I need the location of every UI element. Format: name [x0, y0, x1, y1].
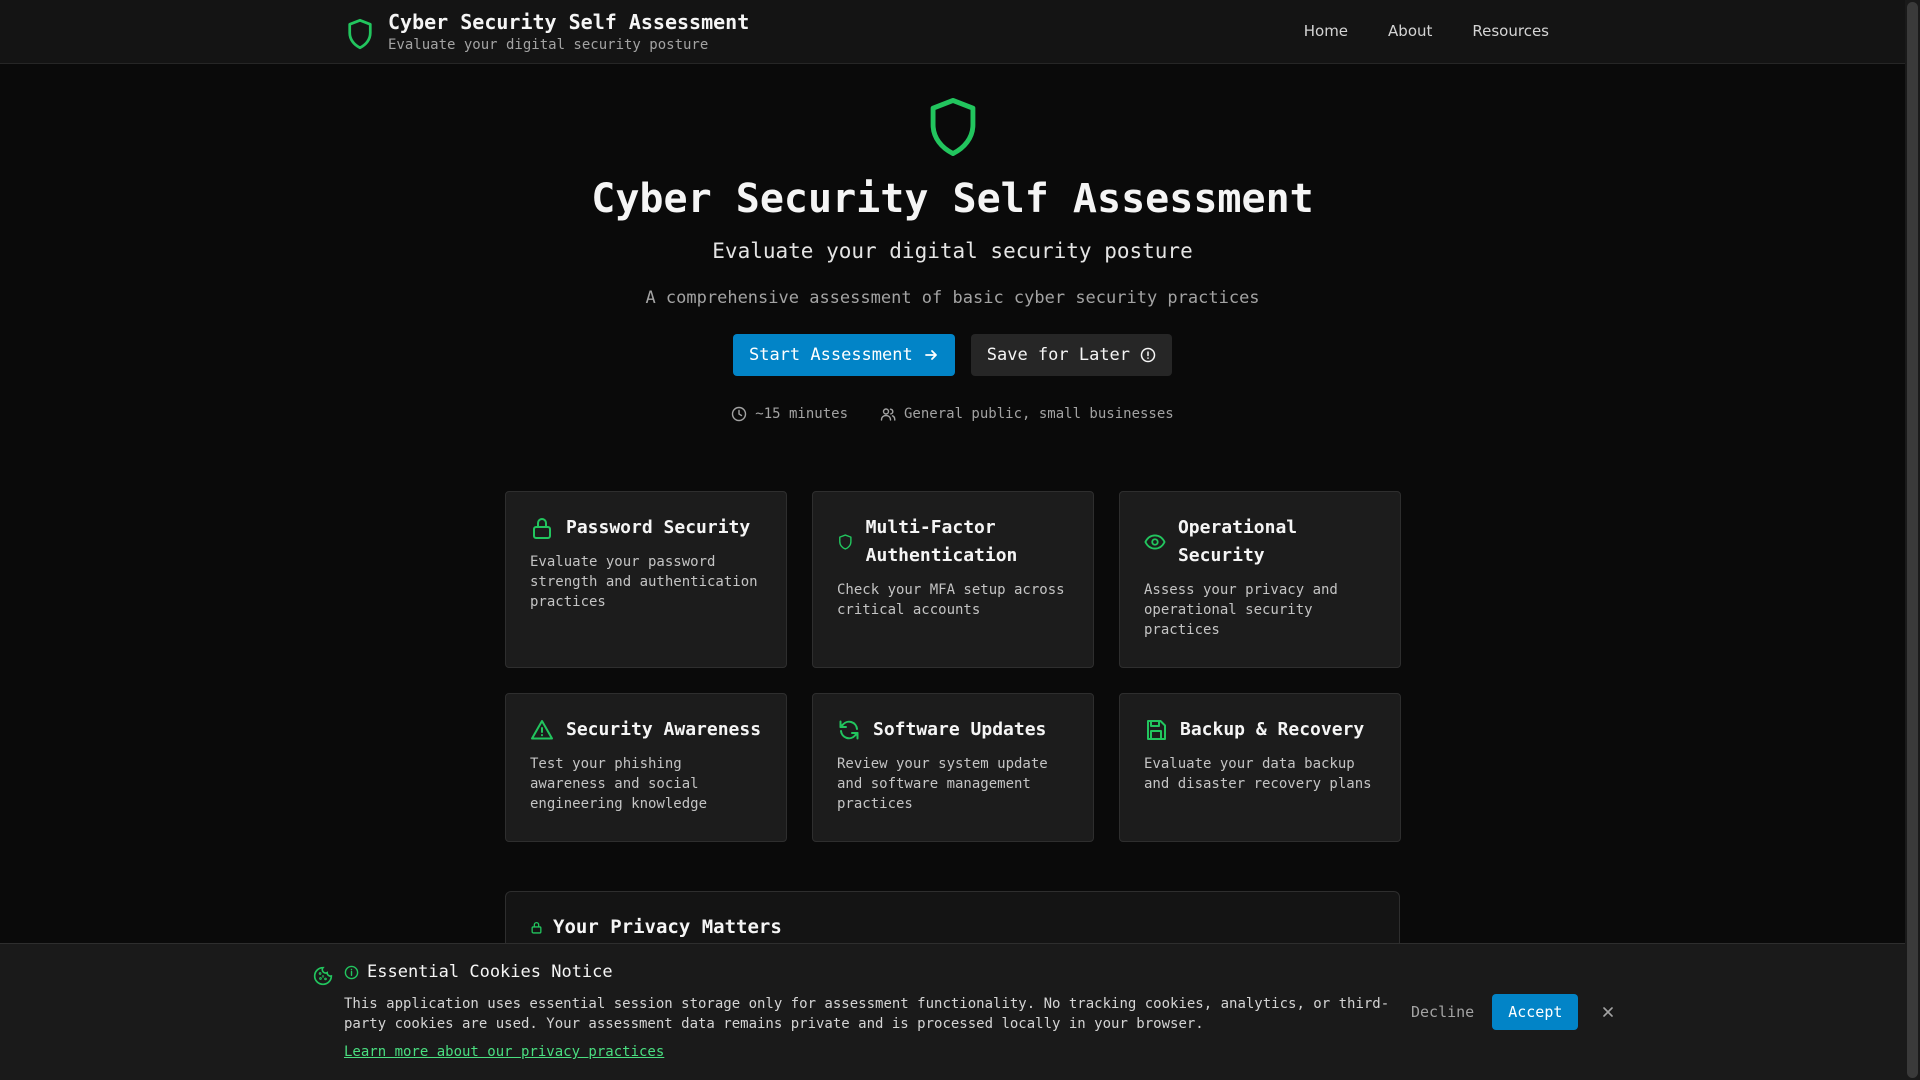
cookie-body: Essential Cookies Notice This applicatio… [344, 962, 1394, 1060]
assessment-categories: Password Security Evaluate your password… [505, 491, 1401, 842]
card-title: Multi-Factor Authentication [865, 517, 1018, 566]
start-assessment-label: Start Assessment [748, 345, 913, 365]
category-card[interactable]: Password Security Evaluate your password… [505, 491, 787, 668]
cookie-icon [313, 966, 333, 986]
privacy-title: Your Privacy Matters [553, 916, 782, 938]
category-card[interactable]: Software Updates Review your system upda… [812, 693, 1094, 842]
shield-icon [930, 97, 975, 157]
nav-resources[interactable]: Resources [1472, 22, 1549, 40]
nav-home[interactable]: Home [1304, 22, 1348, 40]
accept-button[interactable]: Accept [1492, 994, 1579, 1030]
page-title: Cyber Security Self Assessment [591, 176, 1314, 222]
lock-icon [531, 921, 542, 934]
lock-icon [533, 518, 551, 539]
brand-title: Cyber Security Self Assessment [388, 10, 750, 34]
clock-icon [732, 406, 747, 422]
card-description: Review your system update and software m… [837, 756, 1048, 812]
card-title: Software Updates [873, 719, 1047, 740]
audience-meta: General public, small businesses [880, 406, 1174, 422]
card-title: Backup & Recovery [1180, 719, 1365, 740]
users-icon [880, 408, 896, 421]
close-button[interactable] [1596, 1000, 1620, 1024]
start-assessment-button[interactable]: Start Assessment [732, 334, 955, 376]
category-card[interactable]: Operational Security Assess your privacy… [1119, 491, 1401, 668]
eye-icon [1144, 534, 1166, 550]
category-card[interactable]: Multi-Factor Authentication Check your M… [812, 491, 1094, 668]
duration-meta: ~15 minutes [731, 406, 848, 422]
save-for-later-button[interactable]: Save for Later [970, 334, 1173, 376]
info-icon [344, 965, 359, 979]
card-description: Test your phishing awareness and social … [530, 756, 708, 812]
brand-subtitle: Evaluate your digital security posture [388, 37, 709, 53]
warning-icon [531, 720, 553, 740]
category-card[interactable]: Security Awareness Test your phishing aw… [505, 693, 787, 842]
save-for-later-label: Save for Later [986, 345, 1131, 365]
cookie-actions: Decline Accept [1405, 994, 1620, 1030]
scrollbar[interactable] [1905, 0, 1920, 1080]
card-description: Evaluate your data backup and disaster r… [1144, 756, 1372, 792]
decline-button[interactable]: Decline [1405, 994, 1480, 1030]
privacy-practices-link[interactable]: Learn more about our privacy practices [344, 1044, 664, 1060]
top-header: Cyber Security Self Assessment Evaluate … [0, 0, 1905, 64]
card-title: Password Security [566, 517, 751, 538]
audience-text: General public, small businesses [904, 406, 1174, 422]
page-description: A comprehensive assessment of basic cybe… [645, 288, 1260, 308]
brand[interactable]: Cyber Security Self Assessment Evaluate … [346, 10, 749, 56]
scrollbar-thumb[interactable] [1907, 2, 1918, 1078]
arrow-right-icon [924, 350, 937, 360]
shield-icon [839, 534, 852, 550]
page-subtitle: Evaluate your digital security posture [712, 239, 1193, 263]
shield-icon [348, 18, 372, 50]
save-icon [1147, 720, 1166, 740]
card-title: Operational Security [1177, 517, 1298, 566]
hero-actions: Start Assessment Save for Later [0, 334, 1905, 376]
card-title: Security Awareness [566, 719, 762, 740]
info-icon [1140, 347, 1156, 363]
main-nav: Home About Resources [1304, 22, 1549, 40]
duration-text: ~15 minutes [755, 406, 848, 422]
card-description: Check your MFA setup across critical acc… [837, 582, 1065, 618]
card-description: Assess your privacy and operational secu… [1144, 582, 1338, 638]
close-icon [1603, 1007, 1614, 1017]
nav-about[interactable]: About [1388, 22, 1432, 40]
cookie-banner: Essential Cookies Notice This applicatio… [0, 943, 1905, 1080]
hero-section: Cyber Security Self Assessment Evaluate … [0, 96, 1905, 422]
card-description: Evaluate your password strength and auth… [530, 554, 758, 610]
category-card[interactable]: Backup & Recovery Evaluate your data bac… [1119, 693, 1401, 842]
cookie-title: Essential Cookies Notice [367, 962, 613, 982]
refresh-icon [839, 720, 859, 740]
assessment-meta: ~15 minutes General public, small busine… [0, 406, 1905, 422]
cookie-text: This application uses essential session … [344, 996, 1390, 1032]
